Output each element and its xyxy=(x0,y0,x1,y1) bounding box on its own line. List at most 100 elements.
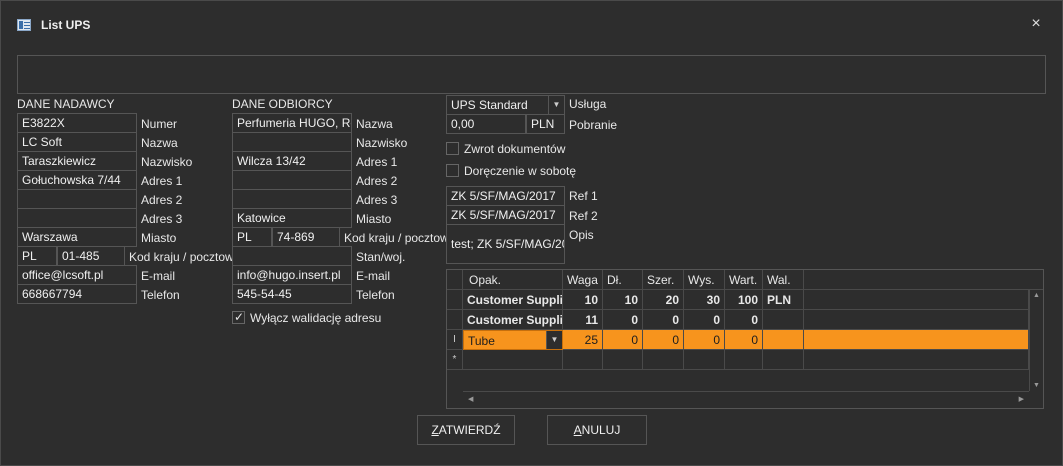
sender-name-field[interactable]: LC Soft xyxy=(17,132,137,152)
table-cell-szer[interactable]: 0 xyxy=(643,310,684,330)
table-cell-wal[interactable] xyxy=(763,330,804,350)
column-header-dl[interactable]: Dł. xyxy=(603,270,643,290)
sender-country-postal-label: Kod kraju / pocztowy xyxy=(129,250,240,264)
table-cell-waga[interactable]: 10 xyxy=(563,290,603,310)
table-cell-szer[interactable]: 20 xyxy=(643,290,684,310)
new-row-cell[interactable] xyxy=(684,350,725,370)
sender-address1-label: Adres 1 xyxy=(141,174,183,188)
table-cell-wys[interactable]: 0 xyxy=(684,330,725,350)
packages-grid[interactable]: Opak. Waga Dł. Szer. Wys. Wart. Wal. Cus… xyxy=(446,269,1044,409)
table-cell-waga[interactable]: 11 xyxy=(563,310,603,330)
confirm-button[interactable]: ZATWIERDŹ xyxy=(417,415,515,445)
close-icon[interactable]: × xyxy=(1027,15,1045,33)
confirm-button-mnemonic: Z xyxy=(431,423,439,437)
row-header[interactable] xyxy=(447,290,463,310)
row-header[interactable] xyxy=(447,310,463,330)
recipient-postal-field[interactable]: 74-869 xyxy=(272,227,340,247)
column-header-wart[interactable]: Wart. xyxy=(725,270,763,290)
cod-amount-field[interactable]: 0,00 xyxy=(446,114,526,134)
scroll-down-icon[interactable]: ▼ xyxy=(1033,382,1040,389)
recipient-email-label: E-mail xyxy=(356,269,391,283)
column-header-opak[interactable]: Opak. xyxy=(463,270,563,290)
new-row-marker[interactable]: * xyxy=(447,350,463,370)
sender-city-field[interactable]: Warszawa xyxy=(17,227,137,247)
sender-number-field[interactable]: E3822X xyxy=(17,113,137,133)
cod-currency-field[interactable]: PLN xyxy=(526,114,565,134)
column-header-waga[interactable]: Waga xyxy=(563,270,603,290)
table-cell-dl[interactable]: 10 xyxy=(603,290,643,310)
recipient-city-label: Miasto xyxy=(356,212,392,226)
table-row-filler xyxy=(804,290,1029,310)
recipient-email-field[interactable]: info@hugo.insert.pl xyxy=(232,265,352,285)
sender-postal-field[interactable]: 01-485 xyxy=(57,246,125,266)
disable-validation-checkbox[interactable] xyxy=(232,310,245,324)
table-cell-opak[interactable]: Customer Suppli... xyxy=(463,290,563,310)
table-cell-szer[interactable]: 0 xyxy=(643,330,684,350)
return-docs-checkbox[interactable] xyxy=(446,142,459,155)
edit-row-marker[interactable]: I xyxy=(447,330,463,350)
saturday-delivery-checkbox[interactable] xyxy=(446,164,459,177)
recipient-name-field[interactable]: Perfumeria HUGO, Ren xyxy=(232,113,352,133)
new-row-cell[interactable] xyxy=(725,350,763,370)
table-cell-wys[interactable]: 0 xyxy=(684,310,725,330)
message-area xyxy=(17,55,1046,94)
ref1-field[interactable]: ZK 5/SF/MAG/2017 xyxy=(446,186,565,206)
cancel-button[interactable]: ANULUJ xyxy=(547,415,647,445)
chevron-down-icon[interactable]: ▼ xyxy=(546,331,562,349)
table-cell-waga[interactable]: 25 xyxy=(563,330,603,350)
table-cell-wys[interactable]: 30 xyxy=(684,290,725,310)
sender-email-field[interactable]: office@lcsoft.pl xyxy=(17,265,137,285)
scroll-right-icon[interactable]: ▶ xyxy=(1019,395,1024,403)
new-row-cell[interactable] xyxy=(763,350,804,370)
sender-email-label: E-mail xyxy=(141,269,176,283)
app-icon xyxy=(17,19,31,31)
recipient-country-field[interactable]: PL xyxy=(232,227,272,247)
column-header-wal[interactable]: Wal. xyxy=(763,270,804,290)
disable-validation-label: Wyłącz walidację adresu xyxy=(250,311,382,325)
sender-phone-field[interactable]: 668667794 xyxy=(17,284,137,304)
sender-surname-field[interactable]: Taraszkiewicz xyxy=(17,151,137,171)
description-field[interactable]: test; ZK 5/SF/MAG/201 xyxy=(446,224,565,264)
window-title: List UPS xyxy=(41,18,91,32)
sender-country-field[interactable]: PL xyxy=(17,246,57,266)
recipient-surname-field[interactable] xyxy=(232,132,352,152)
sender-address1-field[interactable]: Gołuchowska 7/44 xyxy=(17,170,137,190)
vertical-scrollbar[interactable]: ▲ ▼ xyxy=(1029,290,1043,391)
table-cell-wal[interactable] xyxy=(763,310,804,330)
sender-address3-field[interactable] xyxy=(17,208,137,228)
recipient-state-field[interactable] xyxy=(232,246,352,266)
scroll-up-icon[interactable]: ▲ xyxy=(1033,292,1040,299)
table-cell-wal[interactable]: PLN xyxy=(763,290,804,310)
package-type-select[interactable]: Tube ▼ xyxy=(463,330,563,350)
table-cell-opak[interactable]: Customer Suppli... xyxy=(463,310,563,330)
horizontal-scrollbar[interactable]: ◀ ▶ xyxy=(463,391,1029,408)
new-row-cell[interactable] xyxy=(603,350,643,370)
column-header-szer[interactable]: Szer. xyxy=(643,270,684,290)
saturday-delivery-label: Doręczenie w sobotę xyxy=(464,164,577,178)
recipient-address3-field[interactable] xyxy=(232,189,352,209)
scroll-left-icon[interactable]: ◀ xyxy=(468,395,473,403)
table-cell-wart[interactable]: 100 xyxy=(725,290,763,310)
new-row-cell[interactable] xyxy=(563,350,603,370)
table-cell-wart[interactable]: 0 xyxy=(725,310,763,330)
table-cell-dl[interactable]: 0 xyxy=(603,330,643,350)
chevron-down-icon[interactable]: ▼ xyxy=(548,96,564,114)
recipient-phone-field[interactable]: 545-54-45 xyxy=(232,284,352,304)
recipient-country-postal-label: Kod kraju / pocztowy xyxy=(344,231,455,245)
table-cell-dl[interactable]: 0 xyxy=(603,310,643,330)
sender-surname-label: Nazwisko xyxy=(141,155,193,169)
confirm-button-label: ATWIERDŹ xyxy=(438,423,501,437)
recipient-address2-label: Adres 2 xyxy=(356,174,398,188)
ref2-field[interactable]: ZK 5/SF/MAG/2017 xyxy=(446,205,565,225)
recipient-address2-field[interactable] xyxy=(232,170,352,190)
cancel-button-mnemonic: A xyxy=(573,423,582,437)
recipient-city-field[interactable]: Katowice xyxy=(232,208,352,228)
return-docs-label: Zwrot dokumentów xyxy=(464,142,566,156)
new-row-cell[interactable] xyxy=(463,350,563,370)
recipient-address1-field[interactable]: Wilcza 13/42 xyxy=(232,151,352,171)
sender-address2-field[interactable] xyxy=(17,189,137,209)
new-row-cell[interactable] xyxy=(643,350,684,370)
column-header-wys[interactable]: Wys. xyxy=(684,270,725,290)
service-select[interactable]: UPS Standard ▼ xyxy=(446,95,565,115)
table-cell-wart[interactable]: 0 xyxy=(725,330,763,350)
